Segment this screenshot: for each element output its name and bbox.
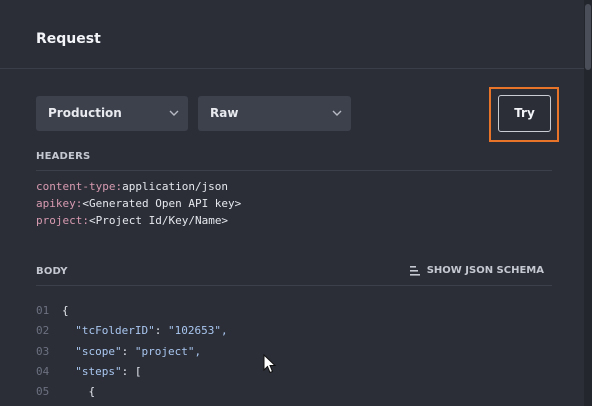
header-value: <Generated Open API key> (82, 197, 242, 210)
header-key: content-type: (36, 180, 123, 193)
code-line: 02 "tcFolderID": "102653", (36, 324, 228, 340)
body-label: BODY (36, 266, 68, 277)
line-number: 02 (36, 324, 50, 337)
show-json-schema-button[interactable]: SHOW JSON SCHEMA (409, 265, 544, 276)
code-line: 01 { (36, 304, 69, 320)
format-value: Raw (210, 106, 239, 120)
json-key: "scope" (75, 345, 122, 358)
json-value: "project", (134, 345, 202, 358)
json-value: [ (134, 365, 142, 378)
format-select[interactable]: Raw (198, 96, 351, 131)
chevron-down-icon (332, 110, 342, 116)
json-key: "tcFolderID" (75, 324, 155, 337)
panel-title: Request (36, 31, 101, 47)
code-line: 04 "steps": [ (36, 365, 141, 381)
environment-select[interactable]: Production (36, 96, 188, 131)
json-key: "steps" (75, 365, 122, 378)
header-key: project: (36, 214, 89, 227)
list-icon (409, 265, 420, 276)
mouse-pointer-icon (263, 354, 277, 374)
json-separator: : (121, 365, 135, 378)
chevron-down-icon (169, 110, 179, 116)
environment-value: Production (48, 106, 122, 120)
header-key: apikey: (36, 197, 83, 210)
code-line: 03 "scope": "project", (36, 345, 201, 361)
line-number: 03 (36, 345, 50, 358)
header-line: apikey:<Generated Open API key> (36, 197, 241, 210)
body-divider (36, 285, 552, 286)
header-value: <Project Id/Key/Name> (88, 214, 229, 227)
headers-divider (36, 170, 552, 171)
request-panel: Request Production Raw Try HEADERS conte… (0, 0, 584, 406)
panel-header: Request (0, 0, 584, 69)
scrollbar-thumb[interactable] (585, 4, 591, 70)
json-value: { (88, 385, 96, 398)
show-json-schema-label: SHOW JSON SCHEMA (426, 265, 544, 276)
json-separator: : (154, 324, 168, 337)
json-value: "102653", (167, 324, 228, 337)
line-number: 01 (36, 304, 50, 317)
code-line: 05 { (36, 385, 95, 401)
header-line: content-type:application/json (36, 180, 228, 193)
json-separator: : (121, 345, 135, 358)
try-button[interactable]: Try (498, 95, 551, 132)
header-line: project:<Project Id/Key/Name> (36, 214, 228, 227)
vertical-scrollbar[interactable] (584, 0, 592, 406)
line-number: 04 (36, 365, 50, 378)
json-value: { (62, 304, 69, 317)
headers-label: HEADERS (36, 151, 91, 162)
header-value: application/json (122, 180, 229, 193)
line-number: 05 (36, 385, 50, 398)
